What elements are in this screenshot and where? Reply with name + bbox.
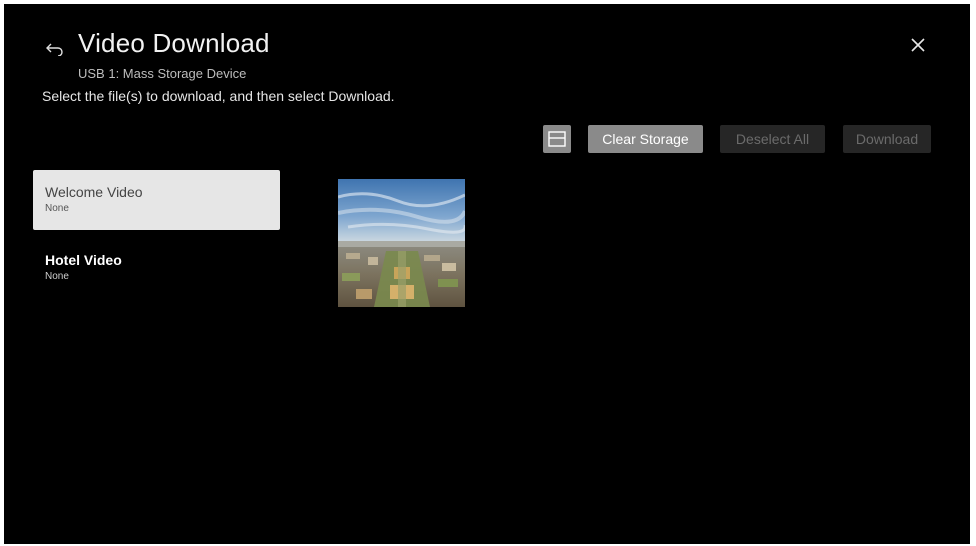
deselect-all-button[interactable]: Deselect All [720, 125, 825, 153]
list-item-subtitle: None [45, 203, 69, 214]
list-item-hotel-video[interactable]: Hotel Video None [33, 238, 280, 298]
back-button[interactable] [44, 38, 66, 60]
download-button[interactable]: Download [843, 125, 931, 153]
city-aerial-image [338, 179, 465, 307]
instruction-text: Select the file(s) to download, and then… [42, 88, 395, 104]
close-icon [911, 38, 925, 52]
list-item-welcome-video[interactable]: Welcome Video None [33, 170, 280, 230]
view-toggle-button[interactable] [543, 125, 571, 153]
close-button[interactable] [907, 34, 929, 56]
list-item-subtitle: None [45, 271, 69, 282]
list-item-title: Hotel Video [45, 252, 122, 268]
clear-storage-button[interactable]: Clear Storage [588, 125, 703, 153]
page-title: Video Download [78, 28, 270, 58]
view-mode-icon [548, 131, 566, 147]
list-item-title: Welcome Video [45, 184, 143, 200]
video-thumbnail[interactable] [338, 179, 465, 307]
back-arrow-icon [46, 43, 63, 56]
device-subtitle: USB 1: Mass Storage Device [78, 66, 247, 81]
video-download-screen: Video Download USB 1: Mass Storage Devic… [4, 4, 970, 544]
